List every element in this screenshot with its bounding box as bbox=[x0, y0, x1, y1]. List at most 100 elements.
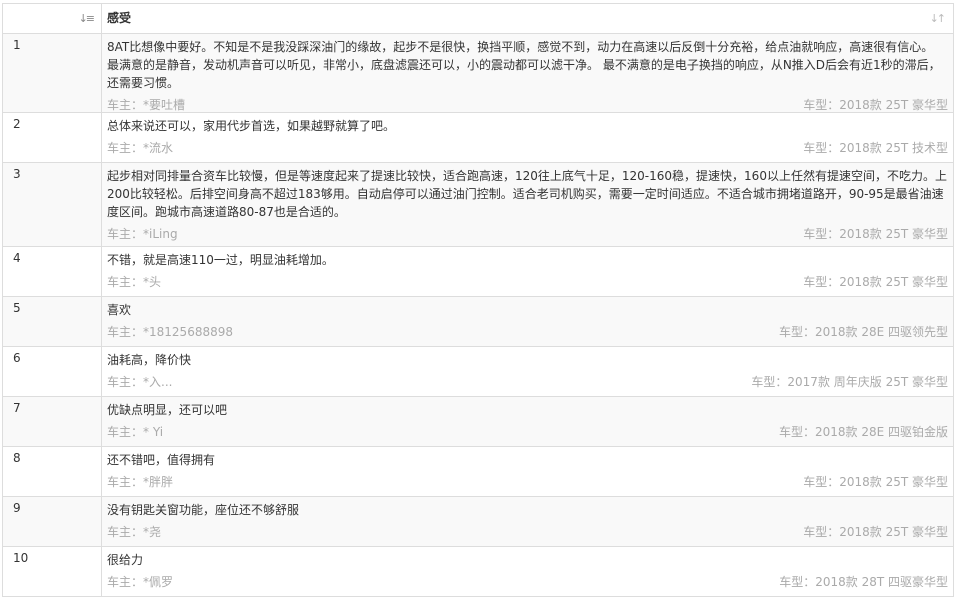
review-meta: 车主：*尧 车型：2018款 25T 豪华型 bbox=[107, 523, 948, 541]
row-content: 还不错吧，值得拥有 车主：*胖胖 车型：2018款 25T 豪华型 bbox=[102, 447, 954, 496]
model-info: 车型：2018款 28T 四驱豪华型 bbox=[779, 573, 948, 591]
header-feeling[interactable]: 感受 ↓↑ bbox=[102, 4, 954, 33]
review-text: 优缺点明显，还可以吧 bbox=[107, 403, 228, 417]
owner-label: 车主： bbox=[107, 141, 144, 155]
owner-label: 车主： bbox=[107, 98, 144, 112]
row-content: 没有钥匙关窗功能，座位还不够舒服车主：*尧 车型：2018款 25T 豪华型 bbox=[102, 497, 954, 546]
review-meta: 车主：*18125688898 车型：2018款 28E 四驱领先型 bbox=[107, 323, 948, 341]
row-content: 优缺点明显，还可以吧车主：* Yi 车型：2018款 28E 四驱铂金版 bbox=[102, 397, 954, 446]
review-meta: 车主：*流水 车型：2018款 25T 技术型 bbox=[107, 139, 948, 157]
review-text: 喜欢 bbox=[107, 303, 132, 317]
row-index: 10 bbox=[3, 547, 102, 596]
model-info: 车型：2018款 25T 豪华型 bbox=[803, 473, 948, 491]
owner-info: 车主：*头 bbox=[107, 273, 161, 291]
review-meta: 车主：*头 车型：2018款 25T 豪华型 bbox=[107, 273, 948, 291]
owner-name: *佩罗 bbox=[143, 575, 174, 589]
model-name: 2018款 25T 豪华型 bbox=[839, 475, 948, 489]
model-name: 2018款 25T 技术型 bbox=[839, 141, 948, 155]
row-index: 5 bbox=[3, 297, 102, 346]
row-content: 很给力 车主：*佩罗 车型：2018款 28T 四驱豪华型 bbox=[102, 547, 954, 596]
table-row: 8 还不错吧，值得拥有 车主：*胖胖 车型：2018款 25T 豪华型 bbox=[3, 447, 954, 497]
row-index: 3 bbox=[3, 163, 102, 246]
owner-label: 车主： bbox=[107, 575, 144, 589]
model-name: 2017款 周年庆版 25T 豪华型 bbox=[787, 375, 948, 389]
owner-info: 车主：*要吐槽 bbox=[107, 96, 185, 114]
review-meta: 车主：* Yi 车型：2018款 28E 四驱铂金版 bbox=[107, 423, 948, 441]
owner-label: 车主： bbox=[107, 375, 144, 389]
owner-name: *尧 bbox=[143, 525, 162, 539]
model-info: 车型：2017款 周年庆版 25T 豪华型 bbox=[751, 373, 948, 391]
review-meta: 车主：*佩罗 车型：2018款 28T 四驱豪华型 bbox=[107, 573, 948, 591]
model-name: 2018款 28T 四驱豪华型 bbox=[815, 575, 948, 589]
review-meta: 车主：*iLing 车型：2018款 25T 豪华型 bbox=[107, 225, 948, 243]
row-index: 1 bbox=[3, 34, 102, 112]
owner-name: *18125688898 bbox=[143, 325, 233, 339]
row-content: 不错，就是高速110一过，明显油耗增加。 车主：*头 车型：2018款 25T 豪华… bbox=[102, 247, 954, 296]
table-row: 6 油耗高，降价快车主：*入... 车型：2017款 周年庆版 25T 豪华型 bbox=[3, 347, 954, 397]
table-row: 5 喜欢车主：*18125688898 车型：2018款 28E 四驱领先型 bbox=[3, 297, 954, 347]
table-row: 9 没有钥匙关窗功能，座位还不够舒服车主：*尧 车型：2018款 25T 豪华型 bbox=[3, 497, 954, 547]
model-name: 2018款 25T 豪华型 bbox=[839, 525, 948, 539]
table-row: 1 8AT比想像中要好。不知是不是我没踩深油门的缘故，起步不是很快，换挡平顺，感觉… bbox=[3, 34, 954, 113]
model-name: 2018款 28E 四驱铂金版 bbox=[814, 425, 948, 439]
model-label: 车型： bbox=[778, 425, 815, 439]
row-content: 8AT比想像中要好。不知是不是我没踩深油门的缘故，起步不是很快，换挡平顺，感觉不… bbox=[102, 34, 954, 112]
owner-name: *胖胖 bbox=[143, 475, 174, 489]
review-text: 油耗高，降价快 bbox=[107, 353, 192, 367]
owner-name: *流水 bbox=[143, 141, 174, 155]
owner-info: 车主：*入... bbox=[107, 373, 172, 391]
table-header: ↓≡ 感受 ↓↑ bbox=[3, 4, 954, 34]
owner-label: 车主： bbox=[107, 227, 144, 241]
table-body: 1 8AT比想像中要好。不知是不是我没踩深油门的缘故，起步不是很快，换挡平顺，感觉… bbox=[3, 34, 954, 597]
owner-name: *iLing bbox=[143, 227, 178, 241]
table-row: 7 优缺点明显，还可以吧车主：* Yi 车型：2018款 28E 四驱铂金版 bbox=[3, 397, 954, 447]
row-index: 7 bbox=[3, 397, 102, 446]
row-content: 油耗高，降价快车主：*入... 车型：2017款 周年庆版 25T 豪华型 bbox=[102, 347, 954, 396]
header-index[interactable]: ↓≡ bbox=[3, 4, 102, 33]
model-name: 2018款 25T 豪华型 bbox=[839, 275, 948, 289]
sort-both-icon[interactable]: ↓↑ bbox=[930, 4, 947, 33]
table-row: 3 起步相对同排量合资车比较慢，但是等速度起来了提速比较快，适合跑高速，120往上… bbox=[3, 163, 954, 247]
model-label: 车型： bbox=[803, 525, 840, 539]
model-info: 车型：2018款 28E 四驱铂金版 bbox=[779, 423, 948, 441]
review-meta: 车主：*胖胖 车型：2018款 25T 豪华型 bbox=[107, 473, 948, 491]
model-name: 2018款 28E 四驱领先型 bbox=[814, 325, 948, 339]
model-name: 2018款 25T 豪华型 bbox=[839, 98, 948, 112]
owner-label: 车主： bbox=[107, 425, 144, 439]
model-info: 车型：2018款 25T 豪华型 bbox=[803, 523, 948, 541]
model-label: 车型： bbox=[803, 275, 840, 289]
owner-name: *头 bbox=[143, 275, 162, 289]
owner-info: 车主：* Yi bbox=[107, 423, 163, 441]
model-name: 2018款 25T 豪华型 bbox=[839, 227, 948, 241]
owner-name: *要吐槽 bbox=[143, 98, 186, 112]
row-index: 6 bbox=[3, 347, 102, 396]
owner-label: 车主： bbox=[107, 325, 144, 339]
row-content: 起步相对同排量合资车比较慢，但是等速度起来了提速比较快，适合跑高速，120往上底… bbox=[102, 163, 954, 246]
sort-ascending-icon[interactable]: ↓≡ bbox=[79, 4, 96, 33]
owner-info: 车主：*胖胖 bbox=[107, 473, 173, 491]
model-info: 车型：2018款 25T 技术型 bbox=[803, 139, 948, 157]
model-label: 车型： bbox=[803, 475, 840, 489]
model-info: 车型：2018款 28E 四驱领先型 bbox=[779, 323, 948, 341]
table-row: 2 总体来说还可以，家用代步首选，如果越野就算了吧。 车主：*流水 车型：2018款 … bbox=[3, 113, 954, 163]
owner-info: 车主：*18125688898 bbox=[107, 323, 233, 341]
row-content: 喜欢车主：*18125688898 车型：2018款 28E 四驱领先型 bbox=[102, 297, 954, 346]
model-label: 车型： bbox=[779, 575, 816, 589]
row-index: 9 bbox=[3, 497, 102, 546]
owner-info: 车主：*iLing bbox=[107, 225, 178, 243]
owner-label: 车主： bbox=[107, 475, 144, 489]
model-label: 车型： bbox=[778, 325, 815, 339]
row-index: 8 bbox=[3, 447, 102, 496]
model-label: 车型： bbox=[751, 375, 788, 389]
owner-info: 车主：*流水 bbox=[107, 139, 173, 157]
row-index: 4 bbox=[3, 247, 102, 296]
table-row: 4 不错，就是高速110一过，明显油耗增加。 车主：*头 车型：2018款 25T 豪… bbox=[3, 247, 954, 297]
review-text: 8AT比想像中要好。不知是不是我没踩深油门的缘故，起步不是很快，换挡平顺，感觉不… bbox=[107, 40, 941, 90]
model-label: 车型： bbox=[803, 98, 840, 112]
row-index: 2 bbox=[3, 113, 102, 162]
owner-info: 车主：*尧 bbox=[107, 523, 161, 541]
review-meta: 车主：*要吐槽 车型：2018款 25T 豪华型 bbox=[107, 96, 948, 114]
row-content: 总体来说还可以，家用代步首选，如果越野就算了吧。 车主：*流水 车型：2018款 2… bbox=[102, 113, 954, 162]
reviews-table: ↓≡ 感受 ↓↑ 1 8AT比想像中要好。不知是不是我没踩深油门的缘故，起步不是很… bbox=[2, 3, 954, 597]
review-text: 没有钥匙关窗功能，座位还不够舒服 bbox=[107, 503, 300, 517]
